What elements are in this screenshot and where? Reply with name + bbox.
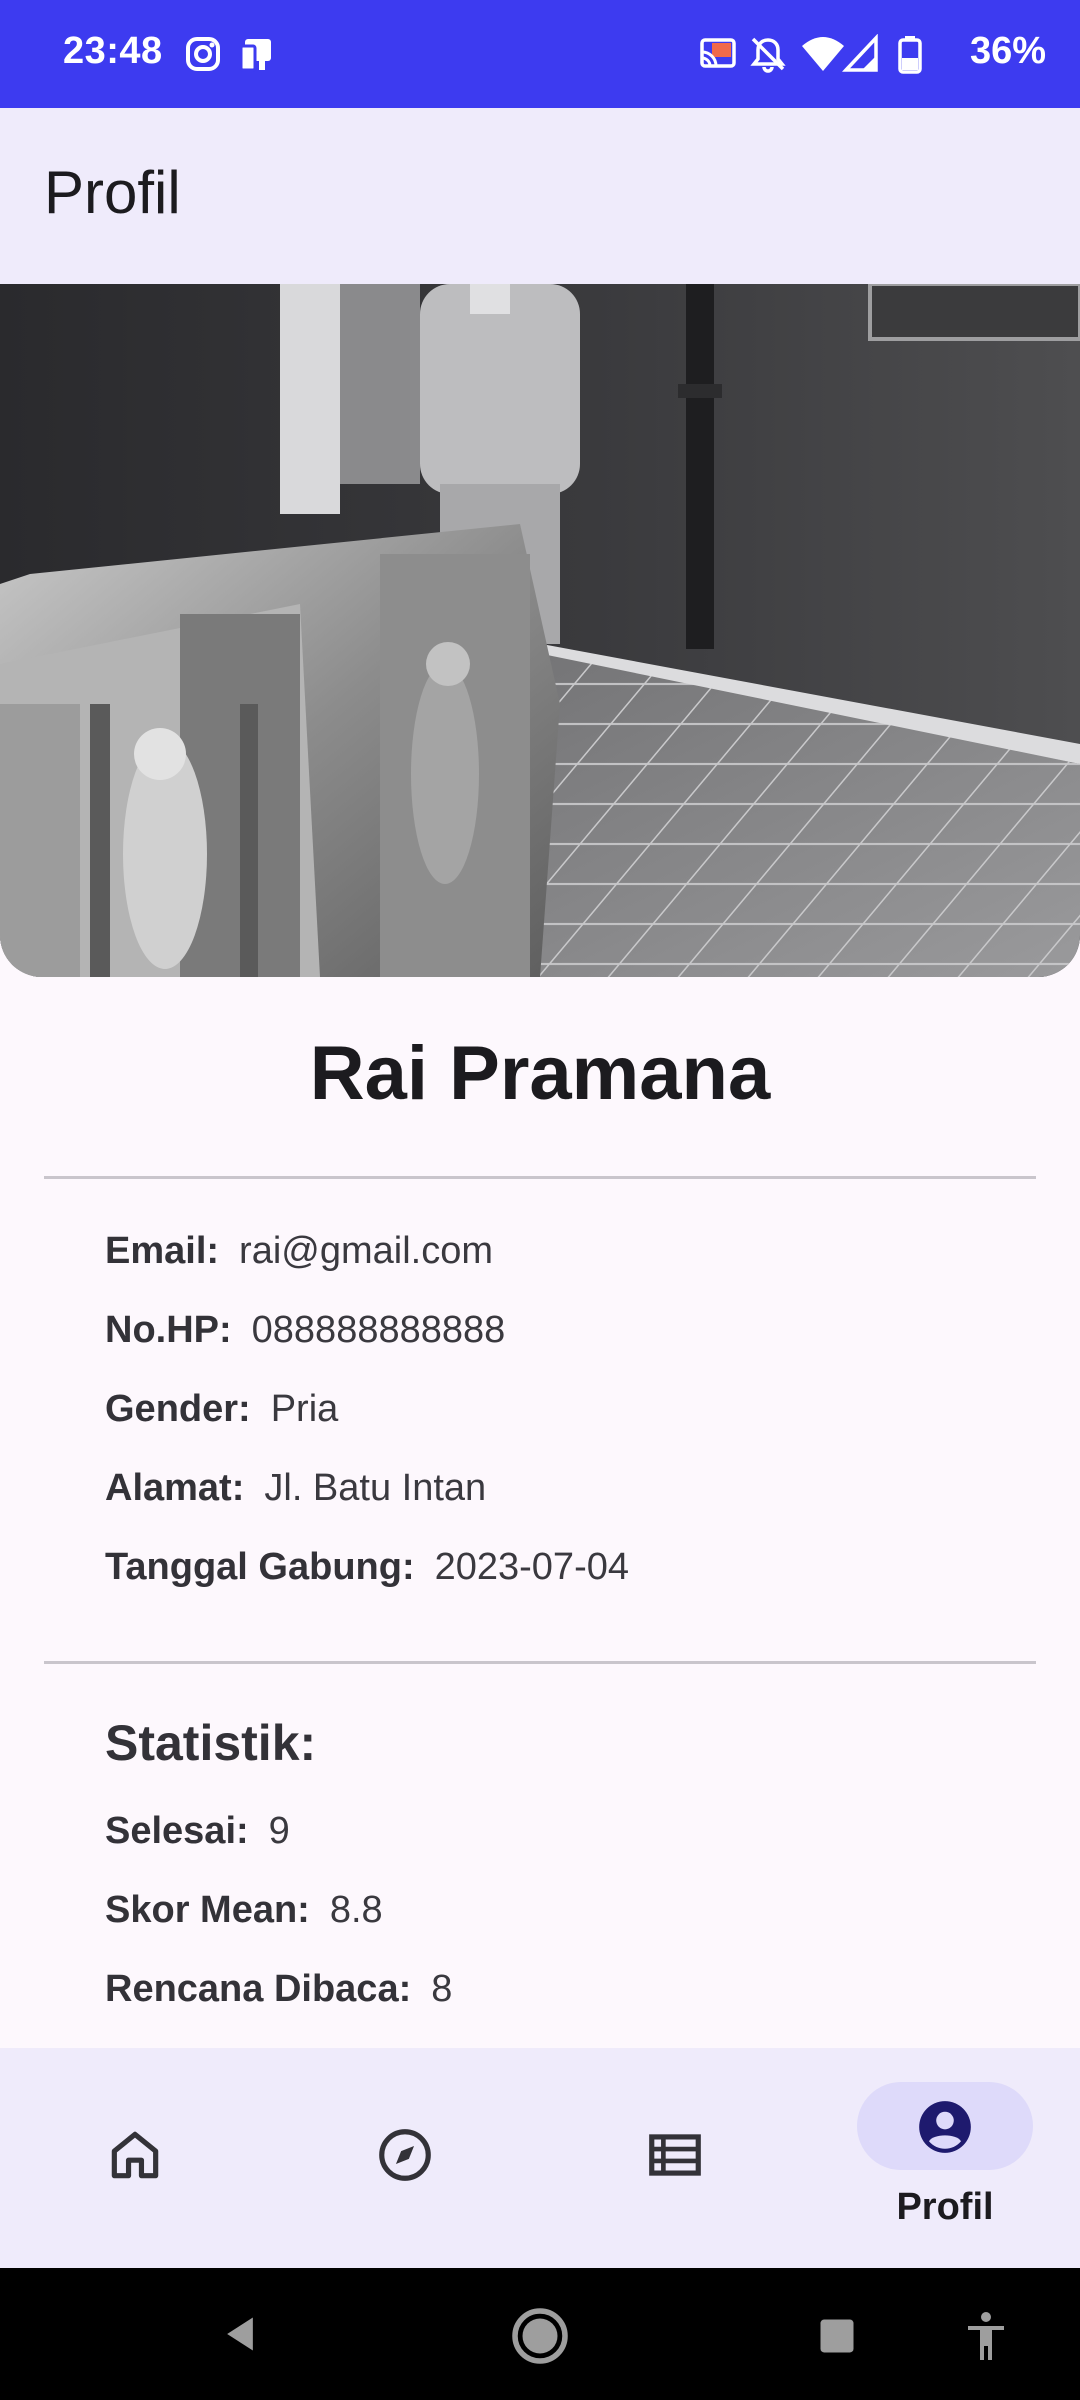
stat-plan-to-read-label: Rencana Dibaca:: [105, 1968, 412, 2010]
notification-app-icon: [239, 39, 271, 72]
nav-label-profile[interactable]: Profil: [810, 2186, 1080, 2229]
stat-plan-to-read-value: 8: [431, 1968, 453, 2010]
stat-completed-row: Selesai: 9: [105, 1810, 290, 1853]
phone-value: 088888888888: [251, 1309, 506, 1351]
nav-item-explore[interactable]: [270, 2048, 540, 2268]
system-navigation-bar: [0, 2268, 1080, 2400]
stat-mean-score-label: Skor Mean:: [105, 1889, 310, 1931]
cast-icon: [700, 38, 736, 68]
bottom-navigation: [0, 2048, 1080, 2268]
join-date-label: Tanggal Gabung:: [105, 1546, 415, 1588]
accessibility-icon[interactable]: [962, 2310, 1010, 2362]
phone-label: No.HP:: [105, 1309, 232, 1351]
nav-item-profile[interactable]: [810, 2048, 1080, 2268]
email-row: Email: rai@gmail.com: [105, 1230, 493, 1273]
app-bar: Profil: [0, 108, 1080, 284]
gender-row: Gender: Pria: [105, 1388, 338, 1431]
status-time: 23:48: [63, 30, 163, 72]
back-icon[interactable]: [218, 2312, 262, 2356]
profile-photo: [0, 284, 1080, 977]
gender-label: Gender:: [105, 1388, 251, 1430]
instagram-icon: [186, 37, 220, 71]
home-circle-icon[interactable]: [510, 2306, 570, 2366]
page-title: Profil: [44, 159, 181, 226]
address-label: Alamat:: [105, 1467, 245, 1509]
stat-completed-label: Selesai:: [105, 1810, 249, 1852]
home-icon: [111, 2131, 159, 2179]
recents-icon[interactable]: [815, 2314, 859, 2358]
address-row: Alamat: Jl. Batu Intan: [105, 1467, 486, 1510]
profile-icon: [919, 2101, 971, 2153]
phone-row: No.HP: 088888888888: [105, 1309, 505, 1352]
address-value: Jl. Batu Intan: [264, 1467, 487, 1509]
battery-icon: [898, 36, 922, 74]
bell-off-icon: [750, 37, 786, 73]
stat-plan-to-read-row: Rencana Dibaca: 8: [105, 1968, 452, 2011]
status-bar: 23:48 36%: [0, 0, 1080, 108]
list-icon: [649, 2134, 701, 2176]
battery-percentage: 36%: [969, 30, 1046, 72]
nav-item-home[interactable]: [0, 2048, 270, 2268]
email-value: rai@gmail.com: [239, 1230, 494, 1272]
email-label: Email:: [105, 1230, 220, 1272]
join-date-value: 2023-07-04: [434, 1546, 629, 1588]
nav-item-list[interactable]: [540, 2048, 810, 2268]
divider: [44, 1661, 1036, 1664]
join-date-row: Tanggal Gabung: 2023-07-04: [105, 1546, 629, 1589]
profile-name: Rai Pramana: [309, 1031, 771, 1116]
gender-value: Pria: [270, 1388, 339, 1430]
stat-mean-score-value: 8.8: [329, 1889, 383, 1931]
compass-icon: [379, 2129, 431, 2181]
stats-title: Statistik:: [105, 1715, 317, 1771]
stat-mean-score-row: Skor Mean: 8.8: [105, 1889, 383, 1932]
wifi-icon: [802, 37, 844, 71]
stat-completed-value: 9: [268, 1810, 290, 1852]
divider: [44, 1176, 1036, 1179]
signal-icon: [842, 34, 878, 72]
